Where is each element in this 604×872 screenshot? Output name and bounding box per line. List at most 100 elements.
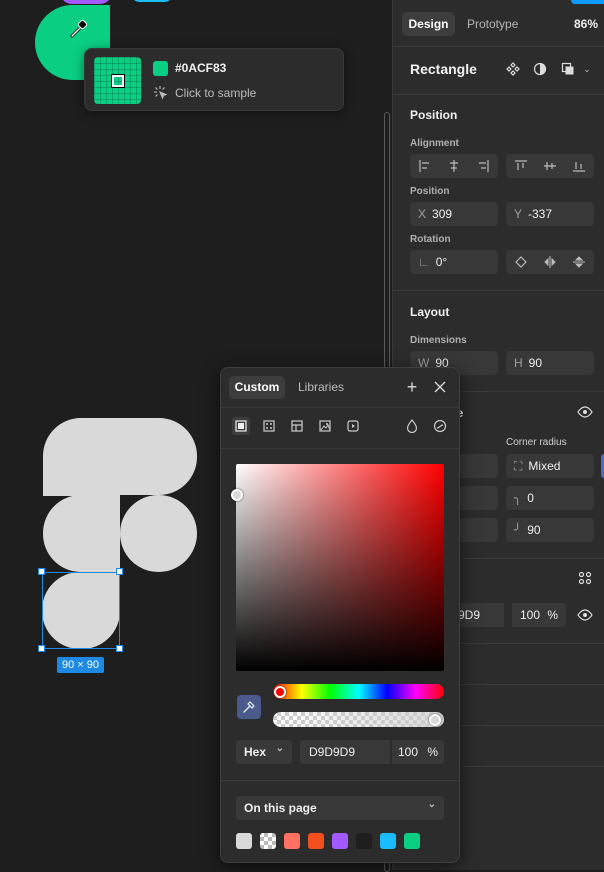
swatch-1abcfe[interactable]	[380, 833, 396, 849]
picker-tab-libraries[interactable]: Libraries	[298, 376, 344, 399]
selection-handle-br[interactable]	[116, 645, 123, 652]
layout-section-title: Layout	[410, 305, 450, 319]
component-icon[interactable]	[504, 60, 522, 78]
image-fill-icon[interactable]	[317, 418, 333, 434]
tab-prototype[interactable]: Prototype	[467, 12, 518, 36]
corner-tr-icon: ╮	[514, 491, 522, 505]
tab-design[interactable]: Design	[402, 12, 455, 36]
hue-knob[interactable]	[274, 686, 286, 698]
rotate-90-icon[interactable]	[506, 250, 535, 274]
swatch-f24e1e[interactable]	[308, 833, 324, 849]
solid-fill-icon[interactable]	[232, 417, 250, 435]
transform-group	[506, 250, 594, 274]
rotation-label: Rotation	[410, 234, 451, 245]
fill-hex-text: 9D9	[458, 608, 481, 622]
eyedropper-button[interactable]	[237, 695, 261, 719]
chevron-down-icon: ⌄	[275, 743, 284, 754]
color-format-value: Hex	[244, 745, 267, 759]
color-format-select[interactable]: Hex ⌄	[236, 740, 292, 764]
h-prefix: H	[514, 356, 523, 370]
height-input[interactable]: H 90	[506, 351, 594, 375]
align-middle-v-icon[interactable]	[535, 154, 564, 178]
mask-icon[interactable]	[531, 60, 549, 78]
selection-handle-tr[interactable]	[116, 568, 123, 575]
logo-top-fill-shape	[43, 456, 120, 496]
swatch-d9d9d9[interactable]	[236, 833, 252, 849]
chevron-down-icon: ⌄	[427, 799, 436, 810]
flip-vertical-icon[interactable]	[565, 250, 594, 274]
saturation-brightness-area[interactable]	[236, 464, 444, 671]
purple-shape-partial[interactable]	[60, 0, 112, 4]
corner-radius-input[interactable]: ⛶ Mixed	[506, 454, 594, 478]
hex-value: D9D9D9	[309, 745, 356, 759]
eye-icon[interactable]	[576, 403, 594, 421]
fill-opacity-value: 100	[520, 608, 541, 622]
palette-source-select[interactable]: On this page ⌄	[236, 796, 444, 820]
x-position-input[interactable]: X 309	[410, 202, 498, 226]
color-style-icon[interactable]	[432, 418, 448, 434]
corner-br-input[interactable]: ╯ 90	[506, 518, 594, 542]
swatch-transparent[interactable]	[260, 833, 276, 849]
y-prefix: Y	[514, 207, 523, 221]
opacity-slider[interactable]	[273, 712, 444, 727]
zoom-level[interactable]: 86%	[574, 12, 598, 36]
dimensions-label: Dimensions	[410, 335, 467, 346]
selection-box[interactable]	[42, 572, 120, 649]
video-fill-icon[interactable]	[345, 418, 361, 434]
close-icon[interactable]	[431, 378, 449, 396]
sample-magnifier	[94, 57, 141, 104]
swatch-a259ff[interactable]	[332, 833, 348, 849]
divider	[393, 46, 604, 47]
selection-handle-bl[interactable]	[38, 645, 45, 652]
align-bottom-icon[interactable]	[565, 154, 594, 178]
eyedropper-icon	[243, 701, 255, 713]
opacity-knob[interactable]	[429, 714, 441, 726]
position-section-title: Position	[410, 108, 458, 122]
blend-mode-icon[interactable]	[404, 418, 420, 434]
selection-handle-tl[interactable]	[38, 568, 45, 575]
picker-opacity-input[interactable]: 100%	[392, 740, 444, 764]
gradient-fill-icon[interactable]	[261, 418, 277, 434]
picker-opacity-value: 100	[398, 745, 419, 759]
fill-visibility-eye-icon[interactable]	[576, 606, 594, 624]
boolean-ops-icon[interactable]	[559, 60, 577, 78]
rotation-input[interactable]: ∟ 0°	[410, 250, 498, 274]
flip-horizontal-icon[interactable]	[535, 250, 564, 274]
align-right-icon[interactable]	[469, 154, 498, 178]
y-position-input[interactable]: Y -337	[506, 202, 594, 226]
x-value: 309	[432, 207, 453, 221]
hue-slider[interactable]	[273, 684, 444, 699]
chevron-down-icon[interactable]: ⌄	[581, 62, 593, 76]
styles-grid-icon[interactable]	[577, 570, 593, 586]
divider	[221, 780, 459, 781]
picker-opacity-unit: %	[427, 745, 438, 759]
align-center-h-icon[interactable]	[439, 154, 468, 178]
divider	[393, 94, 604, 95]
corner-tr-input[interactable]: ╮ 0	[506, 486, 594, 510]
align-top-icon[interactable]	[506, 154, 535, 178]
fill-opacity-input[interactable]: 100%	[512, 603, 566, 627]
angle-icon: ∟	[418, 255, 430, 269]
color-picker-popup: Custom Libraries + Hex ⌄ D9D9D9 100% On …	[220, 367, 460, 863]
swatch-0acf83[interactable]	[404, 833, 420, 849]
pattern-fill-icon[interactable]	[289, 418, 305, 434]
position-label: Position	[410, 186, 450, 197]
x-prefix: X	[418, 207, 427, 221]
blue-shape-partial[interactable]	[130, 0, 174, 2]
saturation-knob[interactable]	[231, 489, 243, 501]
corner-radius-label: Corner radius	[506, 437, 567, 448]
picker-tab-custom[interactable]: Custom	[229, 376, 285, 399]
logo-middle-fill-shape[interactable]	[80, 495, 120, 572]
corner-mixed-icon: ⛶	[514, 459, 523, 473]
add-icon[interactable]: +	[403, 377, 421, 397]
hex-input[interactable]: D9D9D9	[300, 740, 390, 764]
palette-source-value: On this page	[244, 801, 317, 815]
align-left-icon[interactable]	[410, 154, 439, 178]
logo-circle-shape[interactable]	[120, 495, 197, 572]
sample-click-icon	[153, 85, 168, 100]
swatch-1e1e1e[interactable]	[356, 833, 372, 849]
layer-name: Rectangle	[410, 61, 477, 77]
swatch-ff7262[interactable]	[284, 833, 300, 849]
share-button-partial[interactable]	[571, 0, 604, 4]
eyedropper-cursor-icon	[68, 18, 90, 40]
